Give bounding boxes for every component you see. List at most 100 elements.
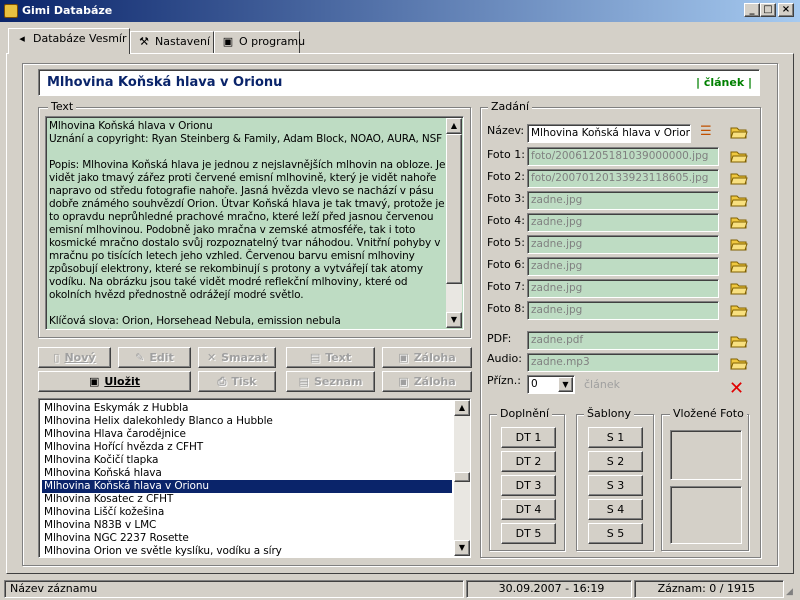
list-item[interactable]: Mlhovina Kosatec z CFHT	[42, 493, 452, 506]
list-item-selected[interactable]: Mlhovina Koňská hlava v Orionu	[42, 480, 452, 493]
pdf-input[interactable]: zadne.pdf	[527, 331, 719, 350]
minimize-button[interactable]: _	[744, 3, 760, 17]
new-button[interactable]: ▯ Nový	[38, 347, 111, 368]
folder-open-icon[interactable]	[730, 148, 748, 164]
button-label: Smazat	[221, 351, 268, 364]
foto-1-input[interactable]: foto/20061205181039000000.jpg	[527, 147, 719, 166]
list-item[interactable]: Mlhovina Kočičí tlapka	[42, 454, 452, 467]
tab-label: Nastavení	[155, 35, 211, 48]
embedded-photo-1[interactable]	[670, 430, 742, 480]
foto-3-input[interactable]: zadne.jpg	[527, 191, 719, 210]
audio-input[interactable]: zadne.mp3	[527, 353, 719, 372]
close-button[interactable]: ×	[778, 3, 794, 17]
s-5-button[interactable]: S 5	[588, 523, 643, 544]
foto-2-input[interactable]: foto/20070120133923118605.jpg	[527, 169, 719, 188]
edit-button[interactable]: ✎ Edit	[118, 347, 191, 368]
foto-8-input[interactable]: zadne.jpg	[527, 301, 719, 320]
scroll-down-icon[interactable]: ▼	[454, 540, 470, 556]
audio-label: Audio:	[487, 352, 522, 365]
text-button[interactable]: ▤ Text	[286, 347, 375, 368]
folder-open-icon[interactable]	[730, 236, 748, 252]
pencil-icon: ✎	[135, 351, 145, 364]
folder-open-icon[interactable]	[730, 258, 748, 274]
folder-open-icon[interactable]	[730, 280, 748, 296]
title-input[interactable]: Mlhovina Koňská hlava v Orionu	[527, 124, 691, 143]
list-item[interactable]: Mlhovina Hlava čarodějnice	[42, 428, 452, 441]
folder-open-icon[interactable]	[730, 170, 748, 186]
folder-open-icon[interactable]	[730, 302, 748, 318]
maximize-button[interactable]: □	[760, 3, 776, 17]
list-scrollbar[interactable]: ▲ ▼	[454, 400, 470, 556]
scroll-thumb[interactable]	[446, 134, 462, 284]
sablony-group-label: Šablony	[584, 407, 634, 420]
list-item[interactable]: Mlhovina N83B v LMC	[42, 519, 452, 532]
save-floppy-icon: ▣	[88, 375, 100, 388]
new-document-icon: ▯	[53, 351, 60, 364]
button-label: Záloha	[413, 375, 456, 388]
dt-5-button[interactable]: DT 5	[501, 523, 556, 544]
embedded-photo-2[interactable]	[670, 486, 742, 544]
tab-o-programu[interactable]: ▣ O programu	[214, 31, 305, 53]
foto-7-input[interactable]: zadne.jpg	[527, 279, 719, 298]
scroll-up-icon[interactable]: ▲	[446, 118, 462, 134]
tab-label: O programu	[239, 35, 306, 48]
chevron-down-icon[interactable]: ▼	[558, 377, 573, 392]
list-item[interactable]: Mlhovina Helix dalekohledy Blanco a Hubb…	[42, 415, 452, 428]
s-1-button[interactable]: S 1	[588, 427, 643, 448]
save-button[interactable]: ▣ Uložit	[38, 371, 191, 392]
s-3-button[interactable]: S 3	[588, 475, 643, 496]
dt-1-button[interactable]: DT 1	[501, 427, 556, 448]
delete-x-icon[interactable]: ✕	[729, 380, 744, 398]
list-button[interactable]: ▤ Seznam	[286, 371, 375, 392]
folder-open-icon[interactable]	[730, 333, 748, 349]
backup-button[interactable]: ▣ Záloha	[382, 347, 472, 368]
button-label: Uložit	[104, 375, 141, 388]
tab-label: Databáze Vesmír	[33, 32, 127, 45]
back-arrow-icon: ◂	[19, 32, 25, 45]
prizn-value: 0	[531, 378, 538, 390]
folder-open-icon[interactable]	[730, 124, 748, 140]
list-item[interactable]: Mlhovina Orion ve světle kyslíku, vodíku…	[42, 545, 452, 557]
list-item[interactable]: Mlhovina Liščí kožešina	[42, 506, 452, 519]
text-content: Mlhovina Koňská hlava v Orionu Uznání a …	[49, 120, 446, 329]
backup-restore-button[interactable]: ▣ Záloha	[382, 371, 472, 392]
s-2-button[interactable]: S 2	[588, 451, 643, 472]
dt-2-button[interactable]: DT 2	[501, 451, 556, 472]
print-button[interactable]: ⎙ Tisk	[198, 371, 276, 392]
title-bar[interactable]: Gimi Databáze _ □ ×	[0, 0, 800, 22]
folder-open-icon[interactable]	[730, 355, 748, 371]
dt-3-button[interactable]: DT 3	[501, 475, 556, 496]
status-record-count: Záznam: 0 / 1915	[634, 580, 784, 598]
list-item[interactable]: Mlhovina NGC 2237 Rosette	[42, 532, 452, 545]
list-item[interactable]: Mlhovina Eskymák z Hubbla	[42, 402, 452, 415]
foto-6-input[interactable]: zadne.jpg	[527, 257, 719, 276]
prizn-caption: článek	[584, 378, 620, 391]
list-item[interactable]: Mlhovina Koňská hlava	[42, 467, 452, 480]
text-scrollbar[interactable]: ▲ ▼	[446, 118, 462, 328]
button-label: Edit	[149, 351, 174, 364]
text-group-label: Text	[48, 100, 77, 113]
prizn-label: Přízn.:	[487, 374, 521, 387]
s-4-button[interactable]: S 4	[588, 499, 643, 520]
scroll-thumb[interactable]	[454, 472, 470, 482]
prizn-select[interactable]: 0 ▼	[527, 375, 575, 394]
tools-icon: ⚒	[139, 35, 149, 48]
resize-grip-icon[interactable]: ◢	[786, 586, 798, 598]
scroll-up-icon[interactable]: ▲	[454, 400, 470, 416]
printer-icon: ⎙	[217, 375, 227, 388]
floppy-icon: ▣	[398, 351, 409, 364]
list-item[interactable]: Mlhovina Hořící hvězda z CFHT	[42, 441, 452, 454]
dt-4-button[interactable]: DT 4	[501, 499, 556, 520]
record-list[interactable]: Mlhovina Eskymák z Hubbla Mlhovina Helix…	[38, 398, 471, 558]
foto-5-input[interactable]: zadne.jpg	[527, 235, 719, 254]
sort-list-icon[interactable]: ☰	[700, 124, 718, 140]
text-editor[interactable]: Mlhovina Koňská hlava v Orionu Uznání a …	[45, 116, 464, 330]
tab-databaze-vesmir[interactable]: ◂ Databáze Vesmír	[8, 28, 130, 54]
folder-open-icon[interactable]	[730, 192, 748, 208]
foto-4-input[interactable]: zadne.jpg	[527, 213, 719, 232]
scroll-down-icon[interactable]: ▼	[446, 312, 462, 328]
tab-nastaveni[interactable]: ⚒ Nastavení	[130, 31, 214, 53]
delete-button[interactable]: ✕ Smazat	[198, 347, 276, 368]
folder-open-icon[interactable]	[730, 214, 748, 230]
text-document-icon: ▤	[309, 351, 321, 364]
